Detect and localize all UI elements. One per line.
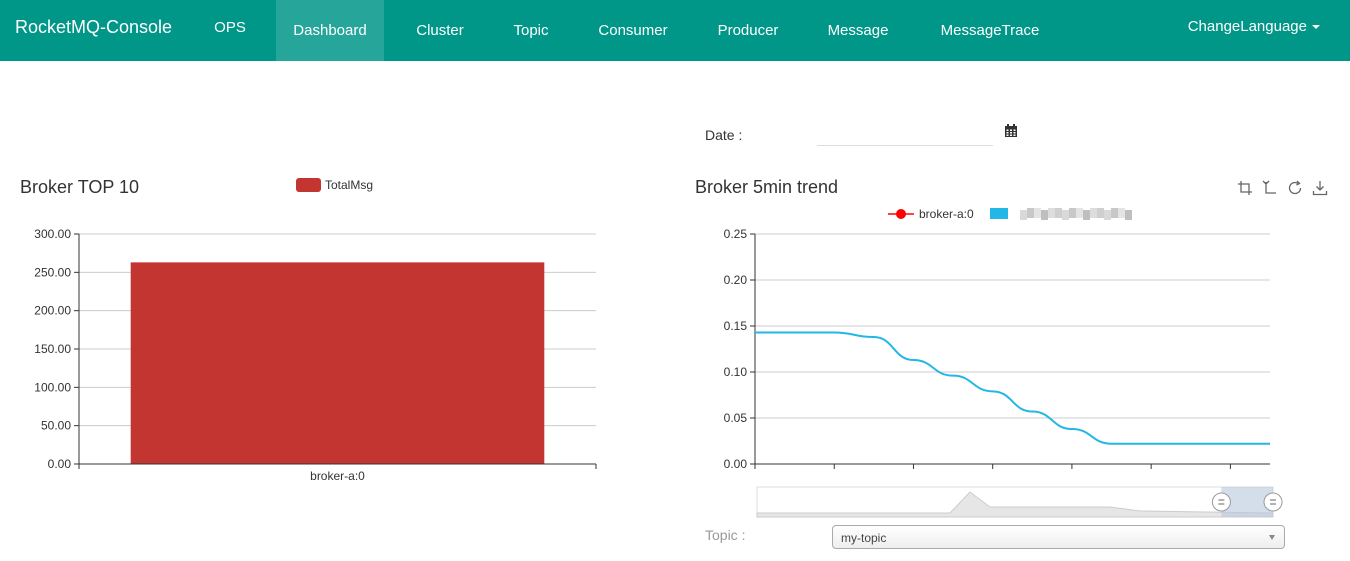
bar-chart-legend[interactable]: TotalMsg [296, 178, 373, 192]
legend-label: broker-a:0 [919, 207, 974, 221]
caret-down-icon [1312, 25, 1320, 30]
topic-select[interactable]: my-topic [832, 525, 1285, 549]
legend-label-redacted [1090, 208, 1097, 218]
series-line [754, 331, 1271, 445]
change-language-dropdown[interactable]: ChangeLanguage [1188, 18, 1320, 35]
legend-label-redacted [1118, 208, 1125, 218]
restore-icon[interactable] [1287, 180, 1303, 196]
bar-chart-x-axis: broker-a:0 [78, 463, 597, 483]
topic-label: Topic : [705, 527, 746, 543]
y-tick-label: 0.00 [724, 457, 748, 471]
data-zoom-handle[interactable] [1211, 492, 1231, 512]
zoom-reset-icon[interactable] [1262, 180, 1278, 196]
date-label: Date : [705, 127, 743, 143]
line-chart-x-axis [754, 463, 1270, 469]
y-tick-label: 0.15 [724, 319, 748, 333]
nav-item-topic[interactable]: Topic [497, 0, 565, 61]
line-chart-grid [755, 233, 1270, 419]
nav-item-ops[interactable]: OPS [200, 0, 260, 61]
legend-label-redacted [1048, 208, 1055, 218]
legend-label-redacted [1104, 210, 1111, 220]
brand-title[interactable]: RocketMQ-Console [15, 17, 172, 38]
bar-chart-y-axis: 0.00 50.00 100.00 150.00 200.00 250.00 300.00 [34, 227, 80, 471]
y-tick-label: 200.00 [34, 304, 71, 318]
legend-label-redacted [1083, 210, 1090, 220]
legend-label-redacted [1034, 208, 1041, 218]
zoom-icon[interactable] [1237, 180, 1253, 196]
y-tick-label: 50.00 [41, 419, 71, 433]
nav-item-producer[interactable]: Producer [702, 0, 794, 61]
bar-chart-bars [130, 262, 545, 464]
nav-item-consumer[interactable]: Consumer [582, 0, 684, 61]
chevron-down-icon [1269, 535, 1275, 540]
y-tick-label: 0.05 [724, 411, 748, 425]
y-tick-label: 0.25 [724, 227, 748, 241]
legend-label: TotalMsg [325, 178, 373, 192]
legend-label-redacted [1111, 208, 1118, 218]
change-language-label: ChangeLanguage [1187, 18, 1307, 35]
y-tick-label: 0.00 [48, 457, 72, 471]
y-tick-label: 250.00 [34, 265, 71, 279]
bar [130, 262, 545, 464]
nav-item-cluster[interactable]: Cluster [400, 0, 480, 61]
nav-item-message[interactable]: Message [812, 0, 904, 61]
broker-top10-chart: 0.0050.00100.00150.00200.00250.00300.00 … [34, 178, 597, 483]
date-input[interactable] [817, 120, 993, 146]
nav-item-messagetrace[interactable]: MessageTrace [922, 0, 1058, 61]
legend-label-redacted [1076, 208, 1083, 218]
legend-label-redacted [1097, 208, 1104, 218]
legend-label-redacted [1027, 208, 1034, 218]
legend-marker [896, 209, 906, 219]
line-chart-y-axis: 0.00 0.05 0.10 0.15 0.20 0.25 [724, 227, 756, 471]
y-tick-label: 150.00 [34, 342, 71, 356]
save-image-icon[interactable] [1312, 180, 1328, 196]
legend-label-redacted [1069, 208, 1076, 218]
y-tick-label: 0.10 [724, 365, 748, 379]
y-tick-label: 0.20 [724, 273, 748, 287]
broker-trend-chart: 0.00 0.05 0.10 0.15 0.20 0.25 broker-a:0 [724, 207, 1283, 518]
legend-label-redacted [1062, 210, 1069, 220]
legend-swatch [990, 208, 1008, 219]
legend-label-redacted [1020, 210, 1027, 220]
line-chart-series [754, 331, 1271, 445]
x-tick-label: broker-a:0 [310, 469, 365, 483]
y-tick-label: 300.00 [34, 227, 71, 241]
legend-swatch [296, 178, 321, 192]
data-zoom-handle[interactable] [1263, 492, 1283, 512]
legend-label-redacted [1041, 210, 1048, 220]
y-tick-label: 100.00 [34, 380, 71, 394]
topic-select-value: my-topic [841, 531, 887, 545]
line-chart-legend[interactable]: broker-a:0 [888, 207, 1132, 221]
data-zoom-slider[interactable] [756, 486, 1283, 518]
legend-label-redacted [1055, 208, 1062, 218]
calendar-icon[interactable] [1004, 124, 1018, 138]
legend-label-redacted [1125, 210, 1132, 220]
top-navbar: RocketMQ-Console OPS Dashboard Cluster T… [0, 0, 1350, 61]
nav-item-dashboard[interactable]: Dashboard [276, 0, 384, 61]
